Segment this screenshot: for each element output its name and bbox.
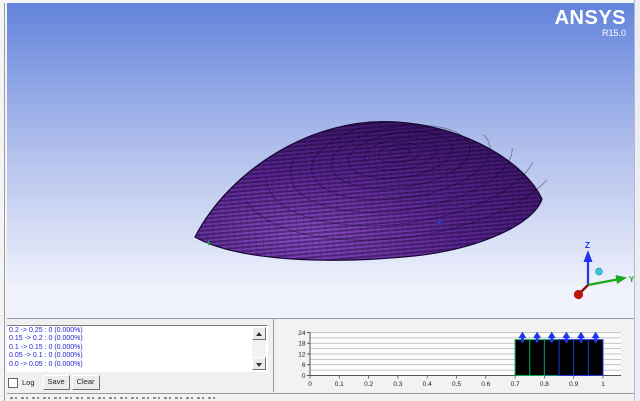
x-tick-label: 1 [601,381,605,388]
z-axis-arrow [584,250,593,262]
panel-divider [273,318,274,392]
y-axis-arrow [616,275,628,284]
brand-version: R15.0 [555,29,626,38]
histogram-bar[interactable] [588,340,603,376]
y-tick-label: 12 [298,351,306,358]
x-tick-label: 0.5 [452,381,461,388]
x-tick-label: 0.4 [423,381,432,388]
z-axis-label: Z [585,241,590,250]
log-line: 0.2 -> 0.25 : 0 (0.000%) [9,327,251,335]
y-tick-label: 6 [302,362,306,369]
y-tick-label: 24 [298,330,306,337]
orientation-triad[interactable]: Z Y [574,241,634,299]
x-tick-label: 0.8 [540,381,549,388]
status-text-clipped [10,397,215,399]
log-scrollbar[interactable] [252,327,266,370]
log-checkbox-label: Log [22,378,35,387]
histogram-bar[interactable] [544,340,559,376]
ansys-window: Z Y ANSYS R15.0 0.2 -> 0.25 : 0 (0.000%)… [0,0,640,401]
scroll-up-button[interactable] [252,327,266,340]
x-tick-label: 0.2 [364,381,373,388]
log-controls: Log Save Clear [8,375,102,390]
log-line: 0.15 -> 0.2 : 0 (0.000%) [9,335,251,343]
mesh-dome[interactable] [195,71,572,261]
log-checkbox[interactable] [8,378,18,388]
histogram-bar[interactable] [515,340,530,376]
y-tick-label: 0 [302,373,306,380]
triad-origin-ball [596,268,603,275]
x-tick-label: 0.7 [511,381,520,388]
y-tick-label: 18 [298,341,306,348]
histogram-bar[interactable] [530,340,545,376]
log-line: 0.0 -> 0.05 : 0 (0.000%) [9,361,251,369]
x-tick-label: 0.1 [335,381,344,388]
viewport-canvas: Z Y [7,3,634,318]
x-tick-label: 0.3 [393,381,402,388]
ansys-logo: ANSYS R15.0 [555,8,626,38]
window-frame-right [634,0,640,401]
x-tick-label: 0.6 [481,381,490,388]
brand-name: ANSYS [555,8,626,28]
x-axis-arrow [574,290,583,299]
mesh-metrics-chart[interactable]: 0 6 12 18 24 0 0.1 0.2 0.3 0.4 0.5 0.6 0.7 0.8 0.9 1 [277,321,634,392]
x-tick-label: 0 [308,381,312,388]
log-listbox[interactable]: 0.2 -> 0.25 : 0 (0.000%)0.15 -> 0.2 : 0 … [6,325,268,372]
window-frame-top [0,0,640,3]
log-line: 0.1 -> 0.15 : 0 (0.000%) [9,344,251,352]
save-button[interactable]: Save [43,375,70,390]
log-lines: 0.2 -> 0.25 : 0 (0.000%)0.15 -> 0.2 : 0 … [9,327,251,369]
histogram-bar[interactable] [574,340,589,376]
viewport-3d[interactable]: Z Y ANSYS R15.0 [7,3,634,318]
x-tick-label: 0.9 [569,381,578,388]
triangle-down-icon [256,363,262,367]
clear-button[interactable]: Clear [72,375,100,390]
window-frame-left [0,0,7,401]
scroll-down-button[interactable] [252,357,266,370]
log-line: 0.05 -> 0.1 : 0 (0.000%) [9,352,251,360]
metrics-chart-svg: 0 6 12 18 24 0 0.1 0.2 0.3 0.4 0.5 0.6 0.7 0.8 0.9 1 [277,321,634,392]
status-bar [0,393,640,401]
triangle-up-icon [256,332,262,336]
histogram-bar[interactable] [559,340,574,376]
